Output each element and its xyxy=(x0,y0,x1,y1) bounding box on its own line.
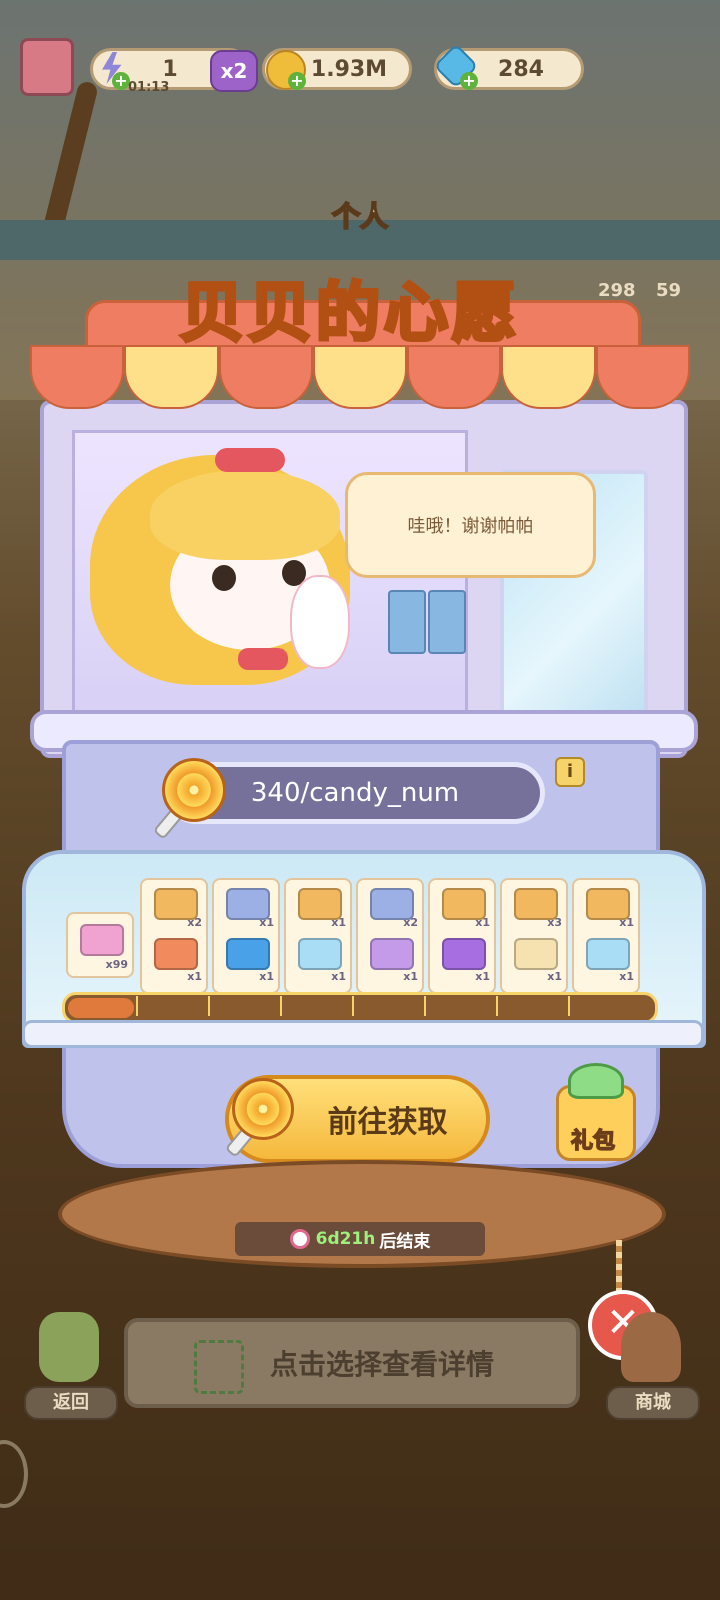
reward-card[interactable]: x1 x1 xyxy=(284,878,352,994)
progress-segment-divider xyxy=(352,996,354,1016)
gems-plus-icon[interactable]: + xyxy=(460,72,478,90)
info-icon[interactable]: i xyxy=(555,757,585,787)
clown-doll-icon xyxy=(154,938,198,970)
purple-mystery-box-icon xyxy=(442,938,486,970)
side-counter-2: 59 xyxy=(656,280,682,301)
gems-value: 284 xyxy=(498,56,544,82)
speech-bubble: 哇哦！谢谢帕帕 xyxy=(345,472,596,578)
reward-bottom-qty: x1 xyxy=(547,970,562,983)
reward-progress-fill xyxy=(68,998,134,1018)
shop-button[interactable]: 商城 xyxy=(606,1312,700,1420)
close-rope xyxy=(616,1240,622,1292)
milk-carton-icon xyxy=(428,590,466,654)
reward-case-base xyxy=(22,1020,704,1048)
reward-top-qty: x1 xyxy=(619,916,634,929)
energy-bottle-icon xyxy=(298,938,342,970)
reward-card[interactable]: x3 x1 xyxy=(500,878,568,994)
page-title: 贝贝的心愿 xyxy=(178,275,520,353)
reward-bottom-qty: x1 xyxy=(403,970,418,983)
reward-card[interactable]: x1 x1 xyxy=(212,878,280,994)
reward-card[interactable]: x2 x1 xyxy=(140,878,208,994)
clock-icon xyxy=(289,1229,310,1249)
journal-icon[interactable] xyxy=(20,38,74,96)
shop-label: 商城 xyxy=(606,1386,700,1420)
progress-segment-divider xyxy=(568,996,570,1016)
reward-bottom-qty: x1 xyxy=(619,970,634,983)
gift-pack-label: 礼包 xyxy=(570,1128,616,1155)
gift-pack-button[interactable]: 礼包 xyxy=(548,1063,638,1161)
reward-top-qty: x1 xyxy=(259,916,274,929)
lollipop-icon xyxy=(162,758,226,822)
energy-bottle-icon xyxy=(586,938,630,970)
milk-carton-icon xyxy=(388,590,426,654)
cream-chest-icon xyxy=(514,938,558,970)
pink-ticket-icon xyxy=(80,924,124,956)
progress-segment-divider xyxy=(424,996,426,1016)
reward-card[interactable]: x2 x1 xyxy=(356,878,424,994)
tap-hand-icon xyxy=(194,1340,244,1394)
character-bangs xyxy=(150,470,340,560)
hair-bow-icon xyxy=(215,448,285,472)
reward-top-qty: x3 xyxy=(547,916,562,929)
reward-card[interactable]: x99 xyxy=(66,912,134,978)
back-label: 返回 xyxy=(24,1386,118,1420)
lollipop-icon xyxy=(232,1078,294,1140)
shop-icon xyxy=(621,1312,681,1382)
progress-segment-divider xyxy=(136,996,138,1016)
reward-top-qty: x2 xyxy=(187,916,202,929)
energy-multiplier-badge: x2 xyxy=(210,50,258,92)
collar-bow-icon xyxy=(238,648,288,670)
progress-segment-divider xyxy=(496,996,498,1016)
reward-card[interactable]: x1 x1 xyxy=(572,878,640,994)
stall-awning xyxy=(30,345,690,409)
reward-top-qty: x1 xyxy=(475,916,490,929)
energy-value: 1 xyxy=(162,56,178,82)
event-timer: 6d21h 后结束 xyxy=(235,1222,485,1256)
reward-bottom-qty: x1 xyxy=(475,970,490,983)
event-timer-suffix: 后结束 xyxy=(379,1231,431,1252)
character-eye xyxy=(212,565,236,591)
back-arrow-icon xyxy=(39,1312,99,1382)
reward-card[interactable]: x1 x1 xyxy=(428,878,496,994)
go-get-label: 前往获取 xyxy=(327,1105,448,1140)
reward-bottom-qty: x99 xyxy=(105,958,128,971)
reward-bottom-qty: x1 xyxy=(187,970,202,983)
progress-segment-divider xyxy=(280,996,282,1016)
energy-timer: 01:13 xyxy=(128,80,170,95)
reward-top-qty: x2 xyxy=(403,916,418,929)
reward-top-qty: x1 xyxy=(331,916,346,929)
blue-mystery-box-icon xyxy=(226,938,270,970)
bunny-plush-icon xyxy=(290,575,350,669)
reward-bottom-qty: x1 xyxy=(259,970,274,983)
detail-hint-panel[interactable]: 点击选择查看详情 xyxy=(124,1318,580,1408)
event-timer-value: 6d21h xyxy=(315,1229,376,1249)
gift-bow-icon xyxy=(568,1063,624,1099)
detail-hint-text: 点击选择查看详情 xyxy=(269,1348,494,1381)
progress-segment-divider xyxy=(208,996,210,1016)
candy-progress-text: 340/candy_num xyxy=(250,778,460,808)
coins-plus-icon[interactable]: + xyxy=(288,72,306,90)
back-button[interactable]: 返回 xyxy=(24,1312,118,1420)
purple-chest-icon xyxy=(370,938,414,970)
coins-value: 1.93M xyxy=(310,56,388,82)
reward-bottom-qty: x1 xyxy=(331,970,346,983)
page-subtitle: 个人 xyxy=(331,199,389,234)
side-counter-1: 298 xyxy=(598,280,636,301)
